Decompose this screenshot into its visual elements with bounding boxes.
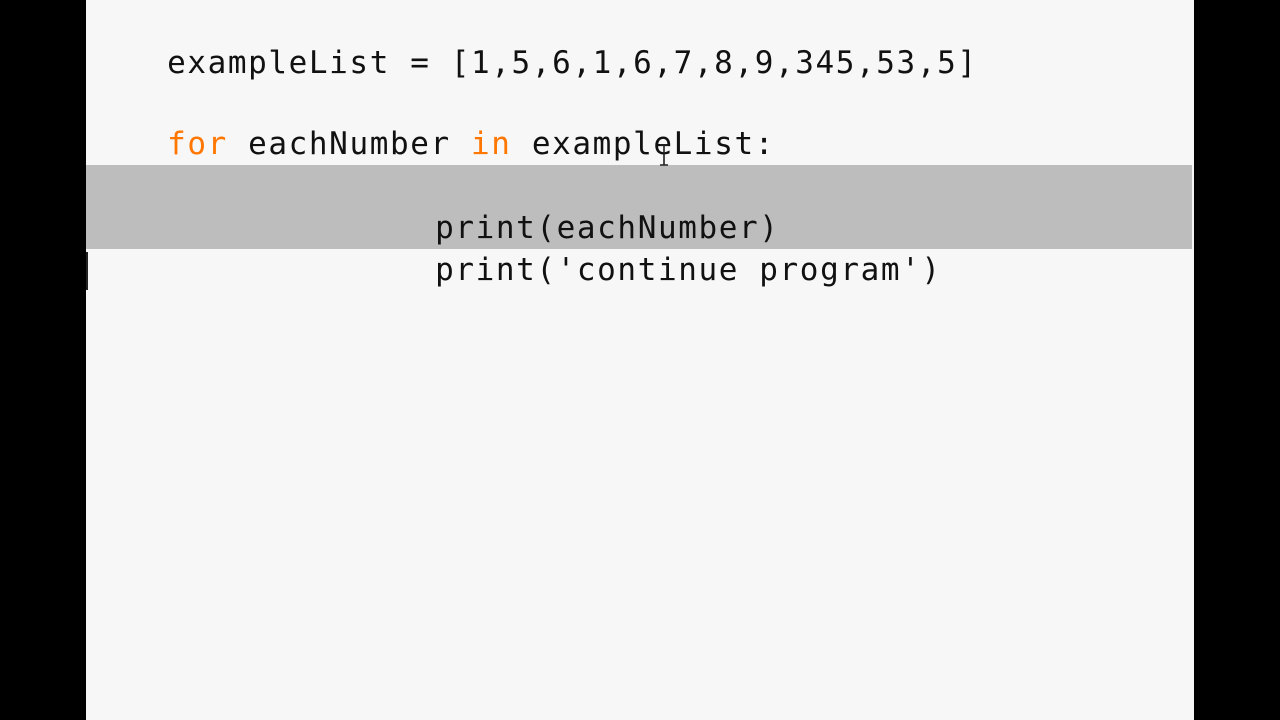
keyword-in: in bbox=[471, 126, 512, 162]
text-caret bbox=[86, 252, 88, 290]
text-ibeam-cursor-icon bbox=[660, 144, 668, 166]
code-line-3[interactable]: for eachNumber in exampleList: bbox=[86, 81, 775, 162]
code-line-1[interactable]: exampleList = [1,5,6,1,6,7,8,9,345,53,5] bbox=[86, 0, 978, 81]
keyword-for: for bbox=[167, 126, 228, 162]
code-line-6[interactable]: print('continue program') bbox=[354, 207, 942, 288]
code-text: exampleList = [1,5,6,1,6,7,8,9,345,53,5] bbox=[167, 45, 978, 81]
code-text: print('continue program') bbox=[435, 252, 942, 288]
code-line-5[interactable]: print(eachNumber) bbox=[354, 165, 780, 246]
code-text: exampleList: bbox=[511, 126, 775, 162]
code-editor[interactable]: exampleList = [1,5,6,1,6,7,8,9,345,53,5]… bbox=[86, 0, 1194, 720]
code-text: eachNumber bbox=[227, 126, 472, 162]
